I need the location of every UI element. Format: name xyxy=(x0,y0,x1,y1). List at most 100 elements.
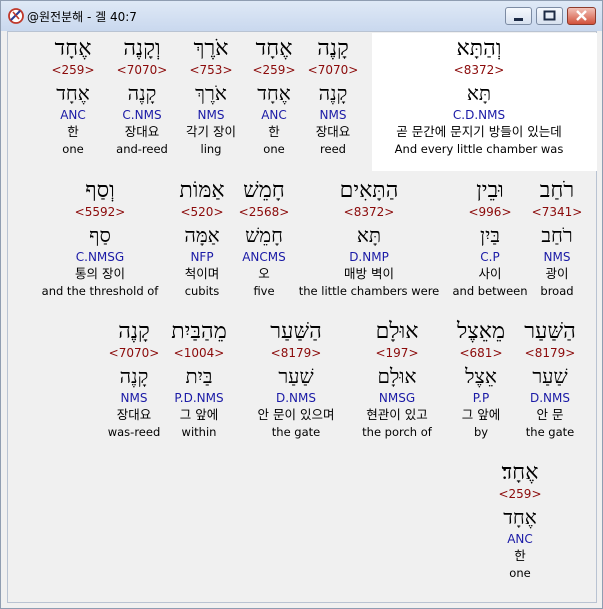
lemma-word: אוּלָם xyxy=(377,364,417,388)
interlinear-view[interactable]: וְהַתָּא <8372> תָּא C.D.NMS 곧 문간에 문지기 방들이 있… xyxy=(7,31,597,603)
english-gloss: and the threshold of xyxy=(41,284,159,298)
lemma-word: אֶחָד xyxy=(503,505,537,529)
lemma-word: אֹרֶךְ xyxy=(195,81,227,105)
morphology-code: C.NMS xyxy=(122,108,162,122)
hebrew-word: מֵהַבַּיִת xyxy=(171,319,227,344)
lemma-word: בַּיִת xyxy=(185,364,213,388)
word-block[interactable]: הַשַּׁעַר <8179> שַׁעַר D.NMS 안 문이 있으며 the ga… xyxy=(241,319,351,440)
strong-number: <520> xyxy=(180,205,224,219)
morphology-code: NMSG xyxy=(378,391,416,405)
strong-number: <996> xyxy=(468,205,512,219)
english-gloss: and-reed xyxy=(116,142,168,156)
close-button[interactable] xyxy=(567,7,596,25)
morphology-code: C.NMSG xyxy=(75,250,125,264)
word-block[interactable]: אוּלָם <197> אוּלָם NMSG 현관이 있고 the porch of xyxy=(352,319,442,440)
korean-gloss: 사이 xyxy=(478,266,502,281)
english-gloss: the porch of xyxy=(362,425,432,439)
word-block[interactable]: מֵהַבַּיִת <1004> בַּיִת P.D.NMS 그 앞에 within xyxy=(164,319,234,440)
korean-gloss: 광이 xyxy=(545,266,569,281)
hebrew-word: קָנֶה xyxy=(118,319,150,344)
title-bar[interactable]: @원전분해 - 겔 40:7 xyxy=(1,1,602,31)
hebrew-word: קָנֶה xyxy=(317,36,349,61)
word-block[interactable]: אֶחָד <259> אֶחָד ANC 한 one xyxy=(45,36,101,157)
word-block[interactable]: וּבֵין <996> בַּיִן C.P 사이 and between xyxy=(450,178,530,299)
close-icon xyxy=(576,10,587,21)
morphology-code: NFP xyxy=(190,250,214,264)
strong-number: <7070> xyxy=(116,63,168,77)
strong-number: <2568> xyxy=(238,205,290,219)
word-block[interactable]: רֹחַב <7341> רֹחַב NMS 광이 broad xyxy=(527,178,587,299)
word-block[interactable]: אַמּוֹת <520> אַמָּה NFP 척이며 cubits xyxy=(174,178,230,299)
english-gloss: broad xyxy=(540,284,574,298)
lemma-word: אֶחָד xyxy=(257,81,291,105)
morphology-code: P.D.NMS xyxy=(174,391,224,405)
english-gloss: one xyxy=(62,142,84,156)
hebrew-word: חָמֵשׁ xyxy=(243,178,285,203)
strong-number: <7341> xyxy=(531,205,583,219)
korean-gloss: 안 문이 있으며 xyxy=(257,407,335,422)
morphology-code: C.D.NMS xyxy=(452,108,506,122)
morphology-code: NMS xyxy=(319,108,347,122)
app-icon xyxy=(8,8,24,24)
word-block[interactable]: אֶחָד׃ <259> אֶחָד ANC 한 one xyxy=(490,460,550,581)
morphology-code: ANCMS xyxy=(242,250,286,264)
word-block[interactable]: הַתָּאִים <8372> תָּא D.NMP 매방 벽이 the little … xyxy=(294,178,444,299)
strong-number: <259> xyxy=(498,487,542,501)
korean-gloss: 장대요 xyxy=(116,407,152,422)
hebrew-word: וְהַתָּא xyxy=(456,36,502,61)
lemma-word: חָמֵשׁ xyxy=(245,223,283,247)
word-block[interactable]: וְהַתָּא <8372> תָּא C.D.NMS 곧 문간에 문지기 방들이 있… xyxy=(367,36,592,157)
morphology-code: ANC xyxy=(507,532,533,546)
word-block[interactable]: אֹרֶךְ <753> אֹרֶךְ NMS 각기 장이 ling xyxy=(176,36,246,157)
app-window: @원전분해 - 겔 40:7 וְהַתָּא <8372> תָּא C.D.NMS… xyxy=(0,0,603,609)
word-block[interactable]: אֶחָד <259> אֶחָד ANC 한 one xyxy=(246,36,302,157)
word-block[interactable]: וְסַף <5592> סַף C.NMSG 통의 장이 and the thresho… xyxy=(40,178,160,299)
korean-gloss: 곧 문간에 문지기 방들이 있는데 xyxy=(396,124,562,139)
word-block[interactable]: קָנֶה <7070> קָנֶה NMS 장대요 reed xyxy=(303,36,363,157)
english-gloss: one xyxy=(263,142,285,156)
korean-gloss: 척이며 xyxy=(184,266,220,281)
morphology-code: D.NMS xyxy=(529,391,570,405)
word-block[interactable]: מֵאֵצֶל <681> אֵצֶל P.P 그 앞에 by xyxy=(449,319,513,440)
word-block[interactable]: וְקָנֶה <7070> קָנֶה C.NMS 장대요 and-reed xyxy=(111,36,173,157)
korean-gloss: 그 앞에 xyxy=(461,407,501,422)
english-gloss: And every little chamber was xyxy=(394,142,564,156)
english-gloss: the little chambers were xyxy=(298,284,440,298)
lemma-word: תָּא xyxy=(466,81,492,105)
english-gloss: cubits xyxy=(184,284,220,298)
hebrew-word: אֶחָד xyxy=(54,36,92,61)
lemma-word: סַף xyxy=(89,223,111,247)
lemma-word: קָנֶה xyxy=(119,364,149,388)
morphology-code: ANC xyxy=(261,108,287,122)
english-gloss: ling xyxy=(200,142,222,156)
korean-gloss: 한 xyxy=(514,548,526,563)
strong-number: <753> xyxy=(189,63,233,77)
word-block[interactable]: קָנֶה <7070> קָנֶה NMS 장대요 was-reed xyxy=(101,319,167,440)
hebrew-word: וְקָנֶה xyxy=(123,36,161,61)
lemma-word: אֶחָד xyxy=(56,81,90,105)
hebrew-word: וְסַף xyxy=(85,178,115,203)
maximize-button[interactable] xyxy=(536,7,563,25)
minimize-button[interactable] xyxy=(505,7,532,25)
korean-gloss: 안 문 xyxy=(536,407,564,422)
korean-gloss: 한 xyxy=(268,124,280,139)
word-block[interactable]: הַשַּׁעַר <8179> שַׁעַר D.NMS 안 문 the gate xyxy=(520,319,580,440)
english-gloss: the gate xyxy=(525,425,575,439)
hebrew-word: הַשַּׁעַר xyxy=(524,319,576,344)
lemma-word: אַמָּה xyxy=(184,223,220,247)
lemma-word: שַׁעַר xyxy=(278,364,314,388)
lemma-word: תָּא xyxy=(356,223,382,247)
english-gloss: reed xyxy=(320,142,346,156)
english-gloss: five xyxy=(253,284,275,298)
hebrew-word: אַמּוֹת xyxy=(179,178,225,203)
morphology-code: NMS xyxy=(197,108,225,122)
word-block[interactable]: חָמֵשׁ <2568> חָמֵשׁ ANCMS 오 five xyxy=(236,178,292,299)
korean-gloss: 장대요 xyxy=(315,124,351,139)
lemma-word: קָנֶה xyxy=(318,81,348,105)
strong-number: <5592> xyxy=(74,205,126,219)
korean-gloss: 한 xyxy=(67,124,79,139)
hebrew-word: רֹחַב xyxy=(539,178,575,203)
english-gloss: by xyxy=(473,425,489,439)
lemma-word: שַׁעַר xyxy=(532,364,568,388)
korean-gloss: 오 xyxy=(258,266,270,281)
